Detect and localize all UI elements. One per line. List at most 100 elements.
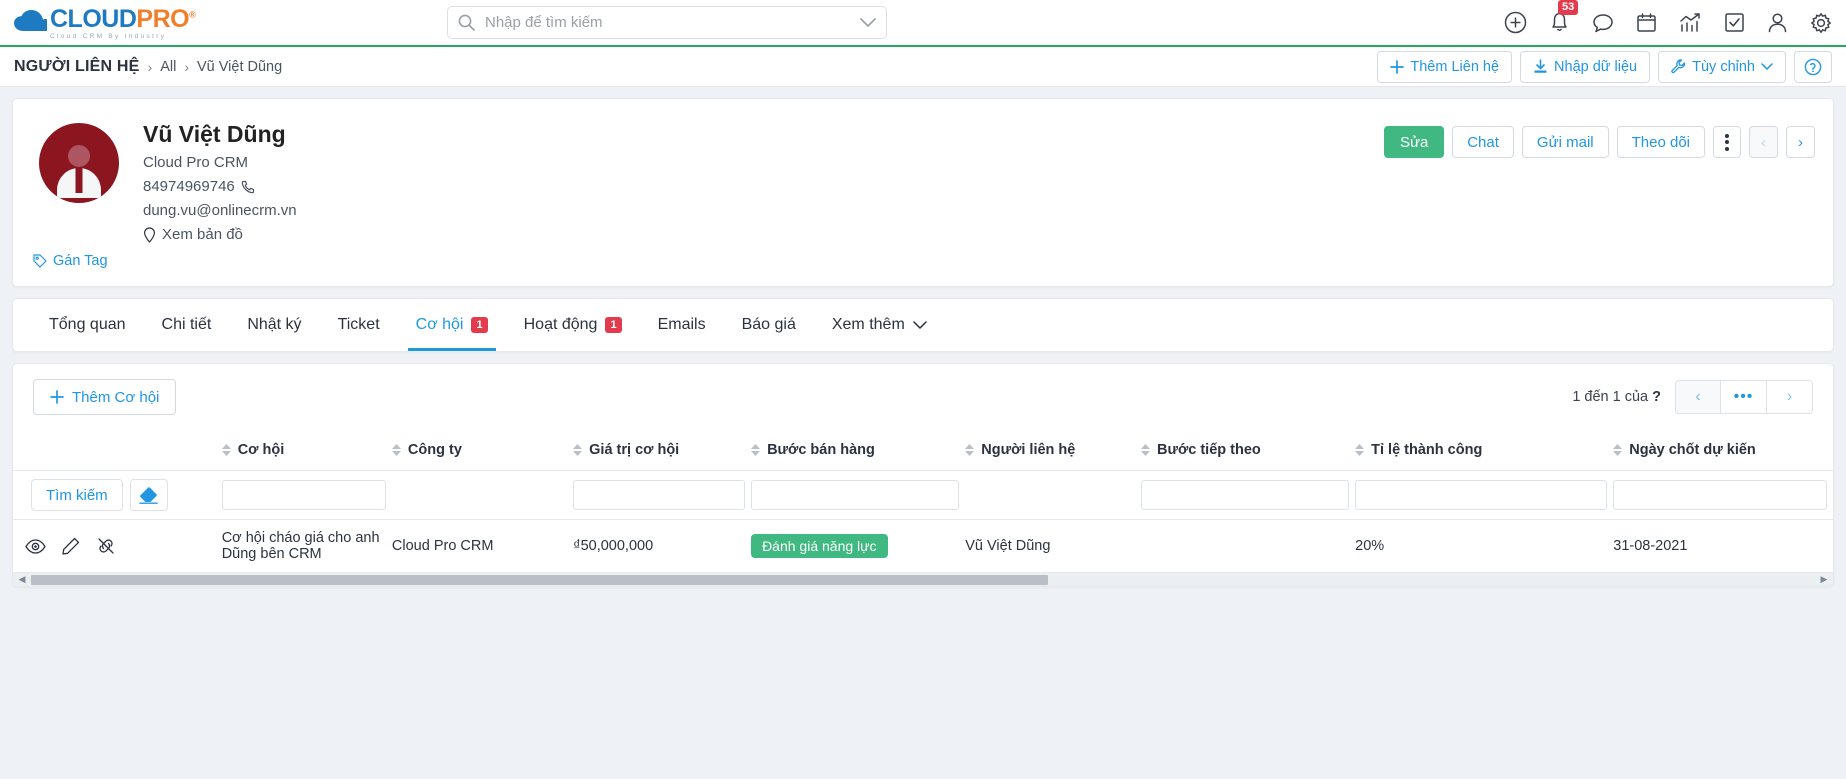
filter-gia-tri-input[interactable] [573, 480, 746, 511]
scrollbar-thumb[interactable] [31, 574, 1048, 585]
add-contact-button[interactable]: Thêm Liên hệ [1377, 50, 1513, 83]
bell-icon[interactable]: 53 [1549, 0, 1579, 34]
tab-ticket[interactable]: Ticket [320, 299, 398, 351]
filter-ti-le-input[interactable] [1355, 480, 1608, 511]
pagination-prev-button[interactable]: ‹ [1675, 380, 1721, 415]
filter-ngay-chot-cell [1613, 470, 1833, 521]
task-check-icon[interactable] [1724, 12, 1745, 33]
sort-icon[interactable] [1613, 444, 1623, 457]
search-button[interactable]: Tìm kiếm [31, 479, 123, 512]
phone-icon[interactable] [241, 180, 255, 194]
contact-email[interactable]: dung.vu@onlinecrm.vn [143, 202, 297, 219]
th-label: Giá trị cơ hội [589, 442, 680, 459]
th-ngay-chot-du-kien[interactable]: Ngày chốt dự kiến [1613, 430, 1833, 472]
search-input[interactable] [483, 13, 860, 32]
tab-emails[interactable]: Emails [640, 299, 724, 351]
tab-nhat-ky[interactable]: Nhật ký [229, 299, 319, 351]
global-search[interactable] [447, 6, 887, 39]
filter-gia-tri-cell [573, 470, 752, 521]
filter-cong-ty-cell [391, 470, 574, 521]
tab-hoat-dong[interactable]: Hoạt động 1 [506, 299, 640, 351]
assign-tag-button[interactable]: Gán Tag [33, 253, 108, 269]
plus-icon [50, 390, 64, 405]
tab-chi-tiet[interactable]: Chi tiết [144, 299, 230, 351]
sort-icon[interactable] [1140, 444, 1150, 457]
calendar-icon[interactable] [1636, 12, 1657, 34]
help-button[interactable] [1794, 50, 1832, 83]
add-opportunity-button[interactable]: Thêm Cơ hội [33, 379, 177, 416]
breadcrumb-separator: › [184, 58, 189, 75]
import-data-label: Nhập dữ liệu [1554, 58, 1638, 75]
sort-icon[interactable] [391, 444, 401, 457]
sort-icon[interactable] [751, 444, 761, 457]
sort-icon[interactable] [965, 444, 975, 457]
sort-icon[interactable] [573, 444, 583, 457]
cell-opportunity[interactable]: Cơ hội cháo giá cho anh Dũng bên CRM [222, 520, 392, 573]
contact-name: Vũ Việt Dũng [143, 121, 286, 147]
sort-icon[interactable] [1355, 444, 1365, 457]
tab-label: Chi tiết [161, 316, 212, 334]
gear-icon[interactable] [1810, 12, 1832, 34]
import-data-button[interactable]: Nhập dữ liệu [1520, 50, 1651, 83]
contact-action-buttons: Sửa Chat Gửi mail Theo dõi ‹ › [1384, 126, 1815, 158]
filter-co-hoi-cell [221, 470, 392, 521]
unlink-icon[interactable] [96, 537, 116, 555]
user-icon[interactable] [1767, 12, 1788, 34]
previous-record-button[interactable]: ‹ [1749, 126, 1778, 158]
th-co-hoi[interactable]: Cơ hội [221, 430, 392, 472]
th-ti-le-thanh-cong[interactable]: Tỉ lệ thành công [1355, 430, 1614, 472]
tab-bar: Tổng quan Chi tiết Nhật ký Ticket Cơ hội… [12, 298, 1834, 353]
th-gia-tri-co-hoi[interactable]: Giá trị cơ hội [573, 430, 752, 472]
th-buoc-tiep-theo[interactable]: Bước tiếp theo [1140, 430, 1356, 472]
filter-buoc-tiep-theo-input[interactable] [1140, 480, 1350, 511]
tab-bao-gia[interactable]: Báo giá [724, 299, 814, 351]
tab-xem-them[interactable]: Xem thêm [814, 299, 945, 351]
tab-tong-quan[interactable]: Tổng quan [31, 299, 144, 351]
breadcrumb-bar: NGƯỜI LIÊN HỆ › All › Vũ Việt Dũng Thêm … [0, 47, 1846, 87]
pagination-next-button[interactable]: › [1767, 380, 1813, 415]
clear-filters-button[interactable] [129, 479, 168, 512]
chevron-down-icon[interactable] [860, 17, 876, 28]
edit-button[interactable]: Sửa [1384, 126, 1445, 158]
horizontal-scrollbar[interactable]: ◀ ▶ [13, 572, 1833, 587]
th-label: Bước tiếp theo [1156, 442, 1261, 459]
more-options-button[interactable] [1713, 126, 1741, 158]
chat-button[interactable]: Chat [1452, 126, 1514, 158]
th-label: Người liên hệ [981, 442, 1076, 459]
filter-buoc-ban-hang-input[interactable] [751, 480, 960, 511]
assign-tag-label: Gán Tag [53, 253, 108, 270]
analytics-icon[interactable] [1679, 12, 1702, 34]
tab-co-hoi[interactable]: Cơ hội 1 [398, 299, 506, 352]
logo[interactable]: CLOUDPRO® Cloud CRM By Industry [0, 6, 200, 40]
plus-circle-icon[interactable] [1504, 11, 1527, 34]
cell-win-rate: 20% [1355, 538, 1385, 555]
chat-bubble-icon[interactable] [1592, 12, 1614, 34]
view-icon[interactable] [25, 539, 46, 554]
contact-map[interactable]: Xem bản đồ [143, 226, 297, 243]
filter-co-hoi-input[interactable] [221, 480, 386, 511]
kebab-menu-icon [1725, 133, 1729, 151]
th-buoc-ban-hang[interactable]: Bước bán hàng [751, 430, 966, 472]
breadcrumb-item-all[interactable]: All [160, 59, 176, 75]
sort-icon[interactable] [221, 444, 231, 457]
scrollbar-track[interactable] [31, 574, 1815, 586]
follow-button[interactable]: Theo dõi [1616, 126, 1705, 158]
help-circle-icon [1804, 58, 1822, 75]
send-mail-button[interactable]: Gửi mail [1521, 126, 1609, 158]
th-label: Tỉ lệ thành công [1371, 442, 1483, 459]
logo-text-cloud: CLOUD [50, 4, 137, 33]
pagination-summary: 1 đến 1 của ? [1572, 389, 1661, 405]
filter-ngay-chot-input[interactable] [1613, 480, 1827, 511]
th-cong-ty[interactable]: Công ty [391, 430, 574, 472]
customize-button[interactable]: Tùy chỉnh [1658, 50, 1786, 83]
next-record-button[interactable]: › [1786, 126, 1815, 158]
breadcrumb-root[interactable]: NGƯỜI LIÊN HỆ [14, 58, 140, 76]
table-row[interactable]: Cơ hội cháo giá cho anh Dũng bên CRM Clo… [13, 520, 1833, 573]
logo-text-pro: PRO [136, 4, 190, 33]
scroll-right-arrow[interactable]: ▶ [1815, 574, 1833, 585]
scroll-left-arrow[interactable]: ◀ [13, 574, 31, 585]
pagination-more-button[interactable]: ••• [1721, 380, 1767, 415]
wrench-icon [1671, 59, 1686, 74]
edit-icon[interactable] [62, 537, 80, 556]
th-nguoi-lien-he[interactable]: Người liên hệ [965, 430, 1141, 472]
